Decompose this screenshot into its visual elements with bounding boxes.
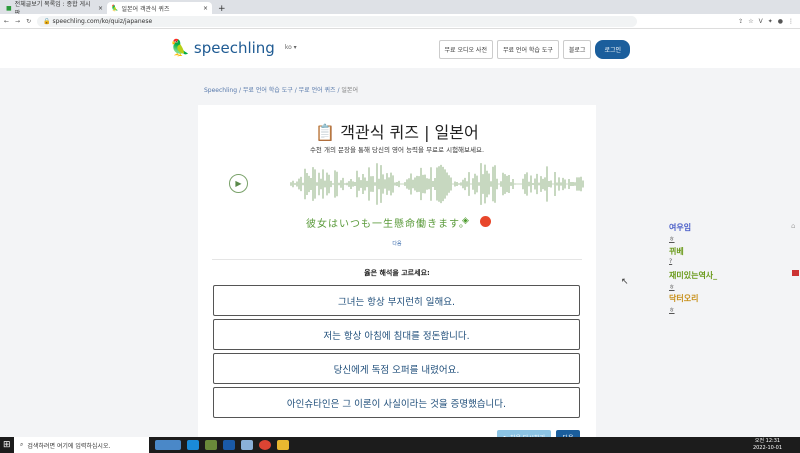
menu-icon[interactable]: ⋮ xyxy=(788,18,794,25)
puzzle-icon[interactable]: ✦ xyxy=(768,18,773,25)
close-tab-icon[interactable]: × xyxy=(203,5,208,12)
taskbar-search-input[interactable]: ⌕ 검색하려면 여기에 입력하십시오. xyxy=(14,437,149,453)
extension-icon[interactable]: V xyxy=(759,18,763,25)
nav-learning-tools[interactable]: 무료 언어 학습 도구 xyxy=(496,40,559,59)
new-tab-button[interactable]: + xyxy=(212,4,232,14)
favicon-icon: ■ xyxy=(6,4,12,12)
browser-tab-active[interactable]: 🦜 일본어 객관식 퀴즈 × xyxy=(107,2,212,14)
answer-option[interactable]: 그녀는 항상 부지런히 일해요. xyxy=(213,285,580,316)
mouse-cursor-icon: ↖ xyxy=(621,277,629,287)
login-button[interactable]: 로그인 xyxy=(595,40,630,59)
sidebar-user[interactable]: 뀌베 xyxy=(669,246,684,257)
logo[interactable]: 🦜 speechling ko ▾ xyxy=(170,38,297,57)
answer-option[interactable]: 저는 항상 아침에 침대를 정돈합니다. xyxy=(213,319,580,350)
parrot-favicon-icon: 🦜 xyxy=(111,4,119,12)
breadcrumb: Speechling / 무료 언어 학습 도구 / 무료 언어 퀴즈 / 일본… xyxy=(204,87,358,94)
sidebar-user[interactable]: 닥터오리 xyxy=(669,293,698,304)
system-clock[interactable]: 오전 12:31 2022-10-01 xyxy=(753,438,800,452)
browser-tab[interactable]: ■전체글보기 목록임 : 종합 게시판× xyxy=(2,1,107,17)
badge-icon xyxy=(792,270,799,276)
file-explorer-icon[interactable] xyxy=(277,440,289,450)
extensions: ⇪ ☆ V ✦ ● ⋮ xyxy=(738,18,800,25)
nav-audio-dictionary[interactable]: 무료 오디오 사전 xyxy=(438,40,493,59)
clipboard-icon: 📋 xyxy=(315,123,336,142)
browser-tab-bar: ■전체글보기 목록임 : 종합 게시판× 🦜일본어 객관식 퀴즈× + xyxy=(0,0,800,17)
lock-icon: 🔒 xyxy=(43,17,53,25)
language-selector[interactable]: ko ▾ xyxy=(285,44,297,51)
play-icon: ▶ xyxy=(235,179,242,188)
sidebar-user[interactable]: 여우임 xyxy=(669,222,691,233)
breadcrumb-link[interactable]: 무료 언어 퀴즈 xyxy=(299,87,336,94)
edge-icon[interactable] xyxy=(187,440,199,450)
breadcrumb-link[interactable]: Speechling xyxy=(204,87,237,94)
japanese-sentence: 彼女はいつも一生懸命働きます。 xyxy=(306,219,470,230)
page-title: 📋 객관식 퀴즈 | 일본어 xyxy=(315,123,479,142)
minecraft-icon[interactable] xyxy=(205,440,217,450)
next-link[interactable]: 다음 xyxy=(198,240,596,247)
back-icon[interactable]: ← xyxy=(4,18,9,25)
profile-icon[interactable]: ● xyxy=(778,18,783,25)
breadcrumb-current: 일본어 xyxy=(341,87,358,94)
trash-icon[interactable]: ⌂ xyxy=(791,222,795,230)
audio-waveform[interactable] xyxy=(290,157,585,211)
sidebar-user-sub: ㅎ xyxy=(669,236,675,243)
star-icon[interactable]: ☆ xyxy=(748,18,753,25)
question-prompt: 옳은 해석을 고르세요: xyxy=(364,269,430,277)
close-tab-icon[interactable]: × xyxy=(98,5,103,12)
sidebar-user-sub: ㅎ xyxy=(669,284,675,291)
record-button[interactable] xyxy=(480,216,491,227)
search-icon: ⌕ xyxy=(20,441,24,448)
answer-option[interactable]: 당신에게 독점 오퍼를 내렸어요. xyxy=(213,353,580,384)
divider xyxy=(212,259,582,260)
windows-taskbar: ⊞ ⌕ 검색하려면 여기에 입력하십시오. 오전 12:31 2022-10-01 xyxy=(0,437,800,453)
windows-start-icon[interactable]: ⊞ xyxy=(3,440,11,450)
quiz-card: 📋 객관식 퀴즈 | 일본어 수천 개의 문장을 통해 당신의 영어 능력을 무… xyxy=(198,105,596,445)
sidebar-user[interactable]: 재미있는역사_ xyxy=(669,270,717,281)
answer-option[interactable]: 아인슈타인은 그 이론이 사실이라는 것을 증명했습니다. xyxy=(213,387,580,418)
share-icon[interactable]: ⇪ xyxy=(738,18,743,25)
address-bar-row: ← → ↻ 🔒 speechling.com/ko/quiz/japanese ⇪ ☆… xyxy=(0,14,800,29)
hide-text-icon[interactable]: ◈ xyxy=(462,216,469,226)
chrome-icon[interactable] xyxy=(259,440,271,450)
top-nav: 무료 오디오 사전 무료 언어 학습 도구 블로그 로그인 xyxy=(438,40,630,59)
nav-blog[interactable]: 블로그 xyxy=(562,40,592,59)
news-widget-icon[interactable] xyxy=(155,440,181,450)
sidebar-user-sub: ? xyxy=(669,258,673,265)
breadcrumb-link[interactable]: 무료 언어 학습 도구 xyxy=(243,87,293,94)
sidebar-user-sub: ㅎ xyxy=(669,307,675,314)
url-input[interactable]: 🔒 speechling.com/ko/quiz/japanese xyxy=(37,15,638,27)
forward-icon[interactable]: → xyxy=(15,18,20,25)
reload-icon[interactable]: ↻ xyxy=(26,18,31,25)
play-audio-button[interactable]: ▶ xyxy=(229,174,248,193)
app-v-icon[interactable] xyxy=(223,440,235,450)
subtitle: 수천 개의 문장을 통해 당신의 영어 능력을 무료로 시험해보세요. xyxy=(309,146,485,154)
files-icon[interactable] xyxy=(241,440,253,450)
parrot-logo-icon: 🦜 xyxy=(170,38,190,57)
site-header: 🦜 speechling ko ▾ 무료 오디오 사전 무료 언어 학습 도구 블로… xyxy=(0,29,800,68)
